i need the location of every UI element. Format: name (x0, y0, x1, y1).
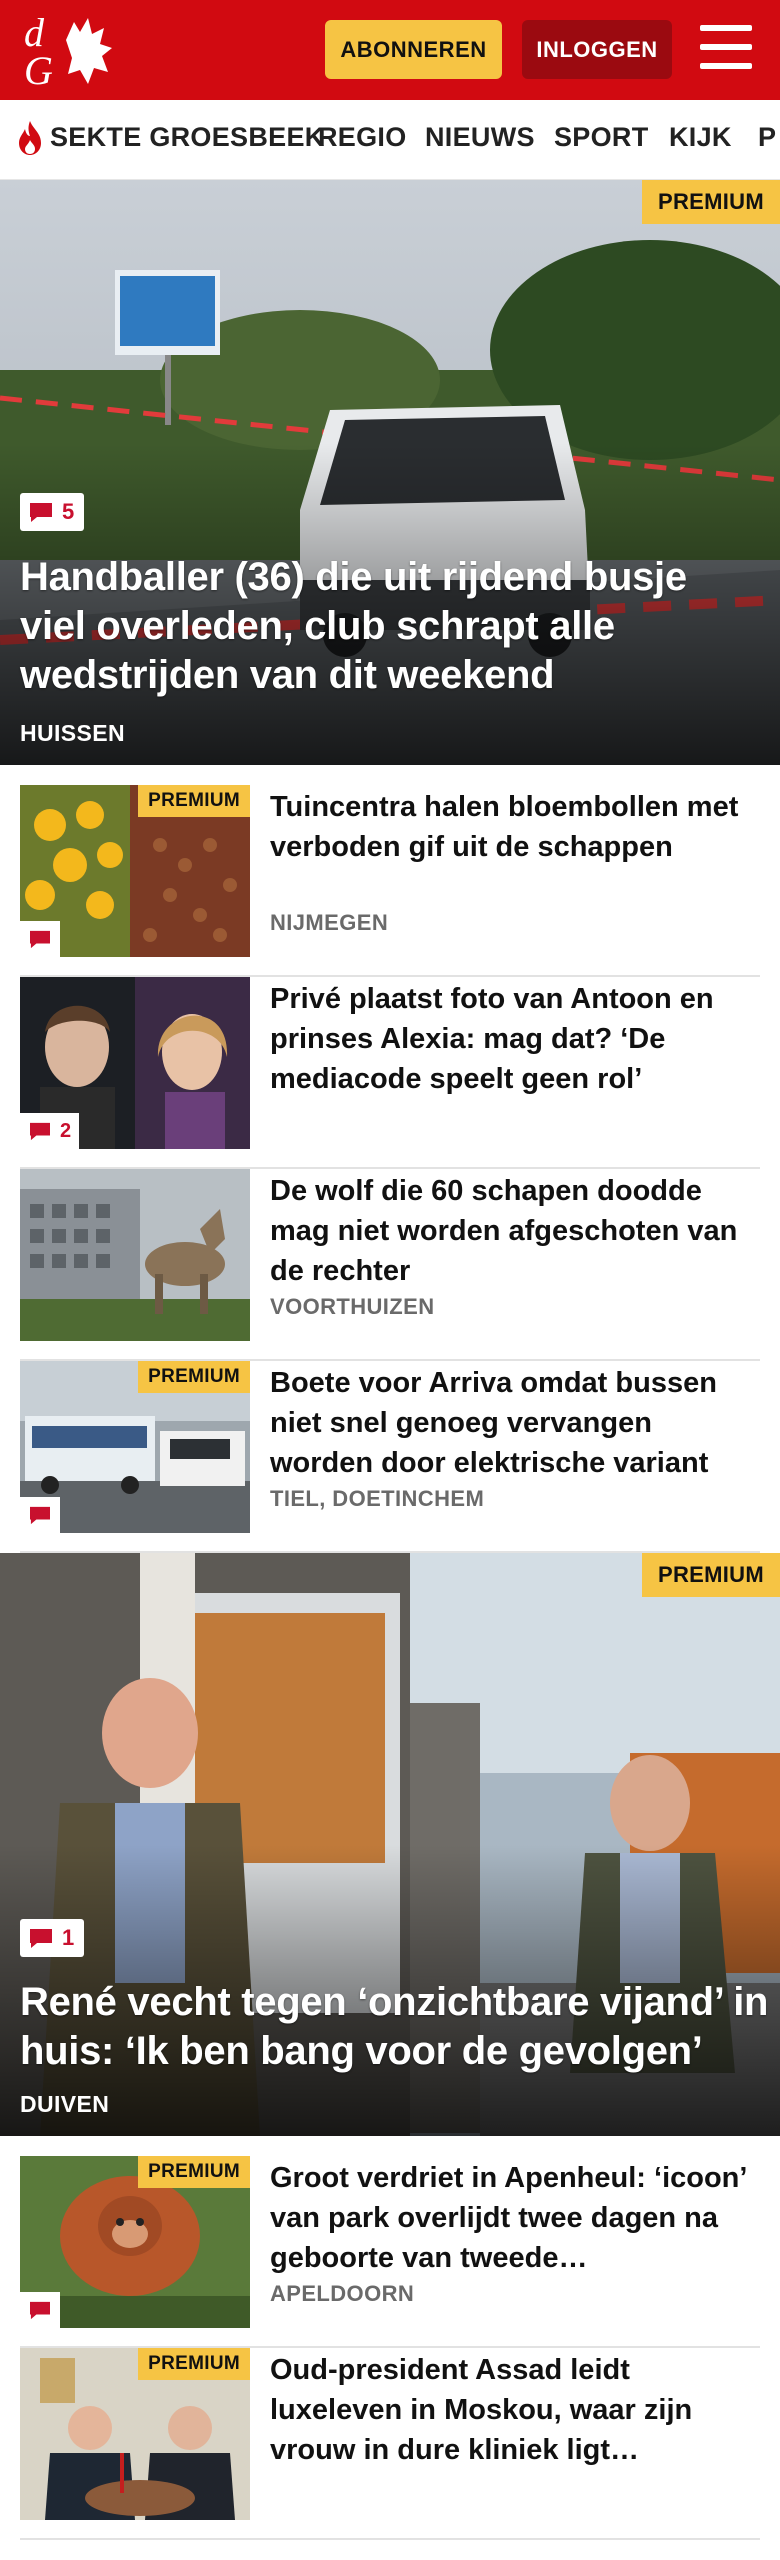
list-item[interactable]: 2 Privé plaatst foto van Antoon en prins… (20, 977, 760, 1169)
premium-badge: PREMIUM (642, 1553, 780, 1597)
hero-article[interactable]: PREMIUM 1 René vecht tegen ‘onzichtbare … (0, 1553, 780, 2136)
article-headline[interactable]: Groot verdriet in Apenheul: ‘icoon’ van … (270, 2158, 760, 2278)
list-item[interactable]: De wolf die 60 schapen doodde mag niet w… (20, 1169, 760, 1361)
article-thumbnail: PREMIUM (20, 785, 250, 957)
article-thumbnail (20, 1169, 250, 1341)
comment-count: 5 (62, 499, 75, 524)
login-button[interactable]: INLOGGEN (522, 20, 672, 79)
list-item[interactable]: PREMIUM Groot verdriet in Apenheul: ‘ico… (20, 2156, 760, 2348)
article-thumbnail: PREMIUM (20, 2348, 250, 2520)
comment-icon (30, 2301, 50, 2320)
hero-location: DUIVEN (20, 2091, 110, 2117)
premium-badge: PREMIUM (138, 2156, 250, 2188)
premium-badge: PREMIUM (642, 180, 780, 224)
comment-count-badge[interactable]: 1 (20, 1919, 85, 1957)
comment-badge[interactable] (20, 921, 60, 957)
dg-logo[interactable]: d G (22, 10, 118, 90)
top-bar: d G ABONNEREN INLOGGEN (0, 0, 780, 100)
comment-icon (30, 503, 52, 522)
article-location: TIEL, DOETINCHEM (270, 1486, 485, 1511)
article-location: VOORTHUIZEN (270, 1294, 435, 1319)
comment-count-badge[interactable]: 5 (20, 493, 85, 531)
list-item[interactable]: PREMIUM Boete voor Arriva omdat bussen n… (20, 1361, 760, 1553)
article-headline[interactable]: Privé plaatst foto van Antoon en prinses… (270, 979, 760, 1099)
comment-count-badge[interactable]: 2 (20, 1113, 80, 1149)
comment-icon (30, 1929, 52, 1948)
nav-item-regio[interactable]: REGIO (318, 122, 407, 153)
nav-item-sport[interactable]: SPORT (554, 122, 649, 153)
comment-count: 1 (62, 1925, 75, 1950)
hero-headline[interactable]: René vecht tegen ‘onzichtbare vijand’ in… (20, 1978, 780, 2076)
subscribe-button[interactable]: ABONNEREN (325, 20, 502, 79)
nav-item-sekte-groesbeek[interactable]: SEKTE GROESBEEK (50, 122, 325, 153)
premium-badge: PREMIUM (138, 1361, 250, 1393)
flame-icon (19, 121, 41, 155)
nav-item-kijk[interactable]: KIJK (669, 122, 732, 153)
comment-badge[interactable] (20, 1497, 60, 1533)
nav-item-more[interactable]: P (758, 122, 776, 153)
article-location: APELDOORN (270, 2281, 415, 2306)
list-item[interactable]: PREMIUM Tuincentra halen bloembollen met… (20, 785, 760, 977)
menu-icon[interactable] (700, 25, 752, 71)
article-thumbnail: 2 (20, 977, 250, 1149)
article-thumbnail: PREMIUM (20, 1361, 250, 1533)
premium-badge: PREMIUM (138, 785, 250, 817)
article-headline[interactable]: De wolf die 60 schapen doodde mag niet w… (270, 1171, 760, 1291)
article-headline[interactable]: Boete voor Arriva omdat bussen niet snel… (270, 1363, 760, 1483)
article-headline[interactable]: Tuincentra halen bloembollen met verbode… (270, 787, 760, 867)
nav-item-nieuws[interactable]: NIEUWS (425, 122, 535, 153)
article-headline[interactable]: Oud-president Assad leidt luxeleven in M… (270, 2350, 760, 2470)
svg-text:G: G (24, 48, 53, 90)
premium-badge: PREMIUM (138, 2348, 250, 2380)
hero-headline[interactable]: Handballer (36) die uit rijdend busje vi… (20, 553, 760, 700)
list-item[interactable]: PREMIUM Oud-president Assad leidt luxele… (20, 2348, 760, 2540)
section-nav: SEKTE GROESBEEK REGIO NIEUWS SPORT KIJK … (0, 100, 780, 180)
hero-location: HUISSEN (20, 720, 126, 746)
comment-icon (30, 930, 50, 949)
comment-icon (30, 1506, 50, 1525)
comment-count: 2 (60, 1119, 72, 1142)
comment-icon (30, 1122, 50, 1141)
article-location: NIJMEGEN (270, 910, 389, 935)
comment-badge[interactable] (20, 2292, 60, 2328)
article-thumbnail: PREMIUM (20, 2156, 250, 2328)
hero-article[interactable]: PREMIUM 5 Handballer (36) die uit rijden… (0, 180, 780, 765)
